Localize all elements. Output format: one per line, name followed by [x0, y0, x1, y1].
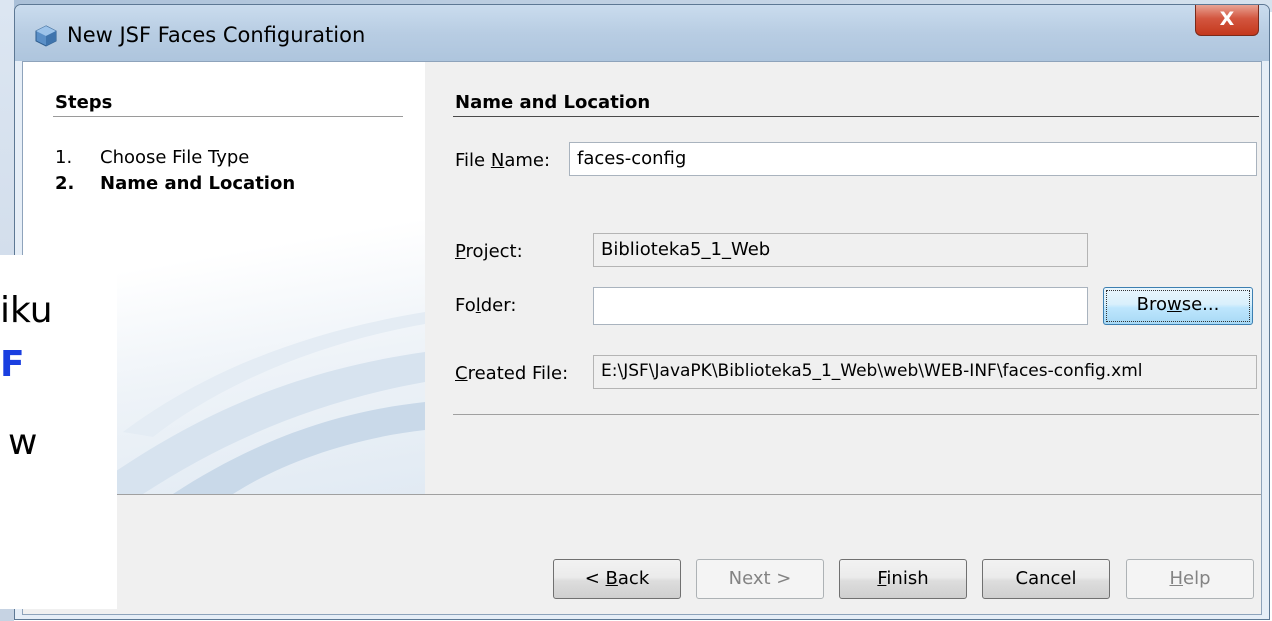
app-cube-icon	[35, 25, 57, 47]
label-mnemonic: C	[455, 363, 468, 384]
slide-text-line-3: w	[8, 422, 38, 463]
label-text: File	[455, 150, 491, 171]
title-bar[interactable]: New JSF Faces Configuration X	[15, 5, 1269, 61]
back-button[interactable]: < Back	[553, 559, 681, 599]
file-name-label: File Name:	[455, 150, 550, 171]
steps-heading: Steps	[55, 92, 113, 113]
project-field: Biblioteka5_1_Web	[593, 233, 1088, 267]
button-text: inish	[886, 568, 929, 589]
button-text: se...	[1181, 294, 1220, 315]
dialog-body: Steps 1. Choose File Type 2. Name and Loca…	[22, 61, 1262, 615]
label-mnemonic: N	[490, 150, 505, 171]
button-mnemonic: H	[1169, 568, 1184, 589]
button-text: <	[584, 568, 606, 589]
label-text: Fo	[455, 295, 476, 316]
next-button[interactable]: Next >	[696, 559, 824, 599]
step-item-choose-file-type: 1. Choose File Type	[55, 147, 249, 168]
created-file-label: Created File:	[455, 363, 568, 384]
new-jsf-faces-config-dialog: New JSF Faces Configuration X Steps 1. Ch…	[14, 4, 1270, 620]
button-bar-divider	[23, 494, 1261, 495]
step-item-name-and-location: 2. Name and Location	[55, 173, 295, 194]
slide-text-line-1: iku	[0, 290, 53, 331]
step-number: 2.	[55, 173, 75, 194]
label-text: ame:	[504, 150, 551, 171]
browse-button[interactable]: Browse...	[1103, 287, 1253, 325]
steps-divider	[53, 116, 403, 117]
project-label: Project:	[455, 241, 523, 262]
button-mnemonic: B	[605, 568, 618, 589]
folder-input[interactable]	[593, 287, 1088, 325]
cancel-button[interactable]: Cancel	[982, 559, 1110, 599]
label-text: der:	[480, 295, 517, 316]
slide-text-line-2: F	[0, 344, 25, 385]
button-text: ack	[617, 568, 650, 589]
step-number: 1.	[55, 147, 73, 168]
created-file-field: E:\JSF\JavaPK\Biblioteka5_1_Web\web\WEB-…	[593, 355, 1257, 389]
label-text: reated File:	[467, 363, 569, 384]
button-text: elp	[1183, 568, 1211, 589]
button-mnemonic: w	[1167, 294, 1182, 315]
button-text: Bro	[1136, 294, 1167, 315]
help-button[interactable]: Help	[1126, 559, 1254, 599]
folder-label: Folder:	[455, 295, 516, 316]
label-mnemonic: P	[455, 241, 466, 262]
label-text: roject:	[465, 241, 523, 262]
window-title: New JSF Faces Configuration	[67, 23, 366, 47]
step-label: Name and Location	[100, 173, 296, 194]
panel-heading-divider	[453, 116, 1259, 117]
panel-heading: Name and Location	[455, 92, 651, 113]
step-label: Choose File Type	[100, 147, 250, 168]
file-name-input[interactable]: faces-config	[569, 142, 1257, 176]
close-button[interactable]: X	[1195, 5, 1259, 36]
finish-button[interactable]: Finish	[839, 559, 967, 599]
panel-separator	[453, 414, 1259, 415]
